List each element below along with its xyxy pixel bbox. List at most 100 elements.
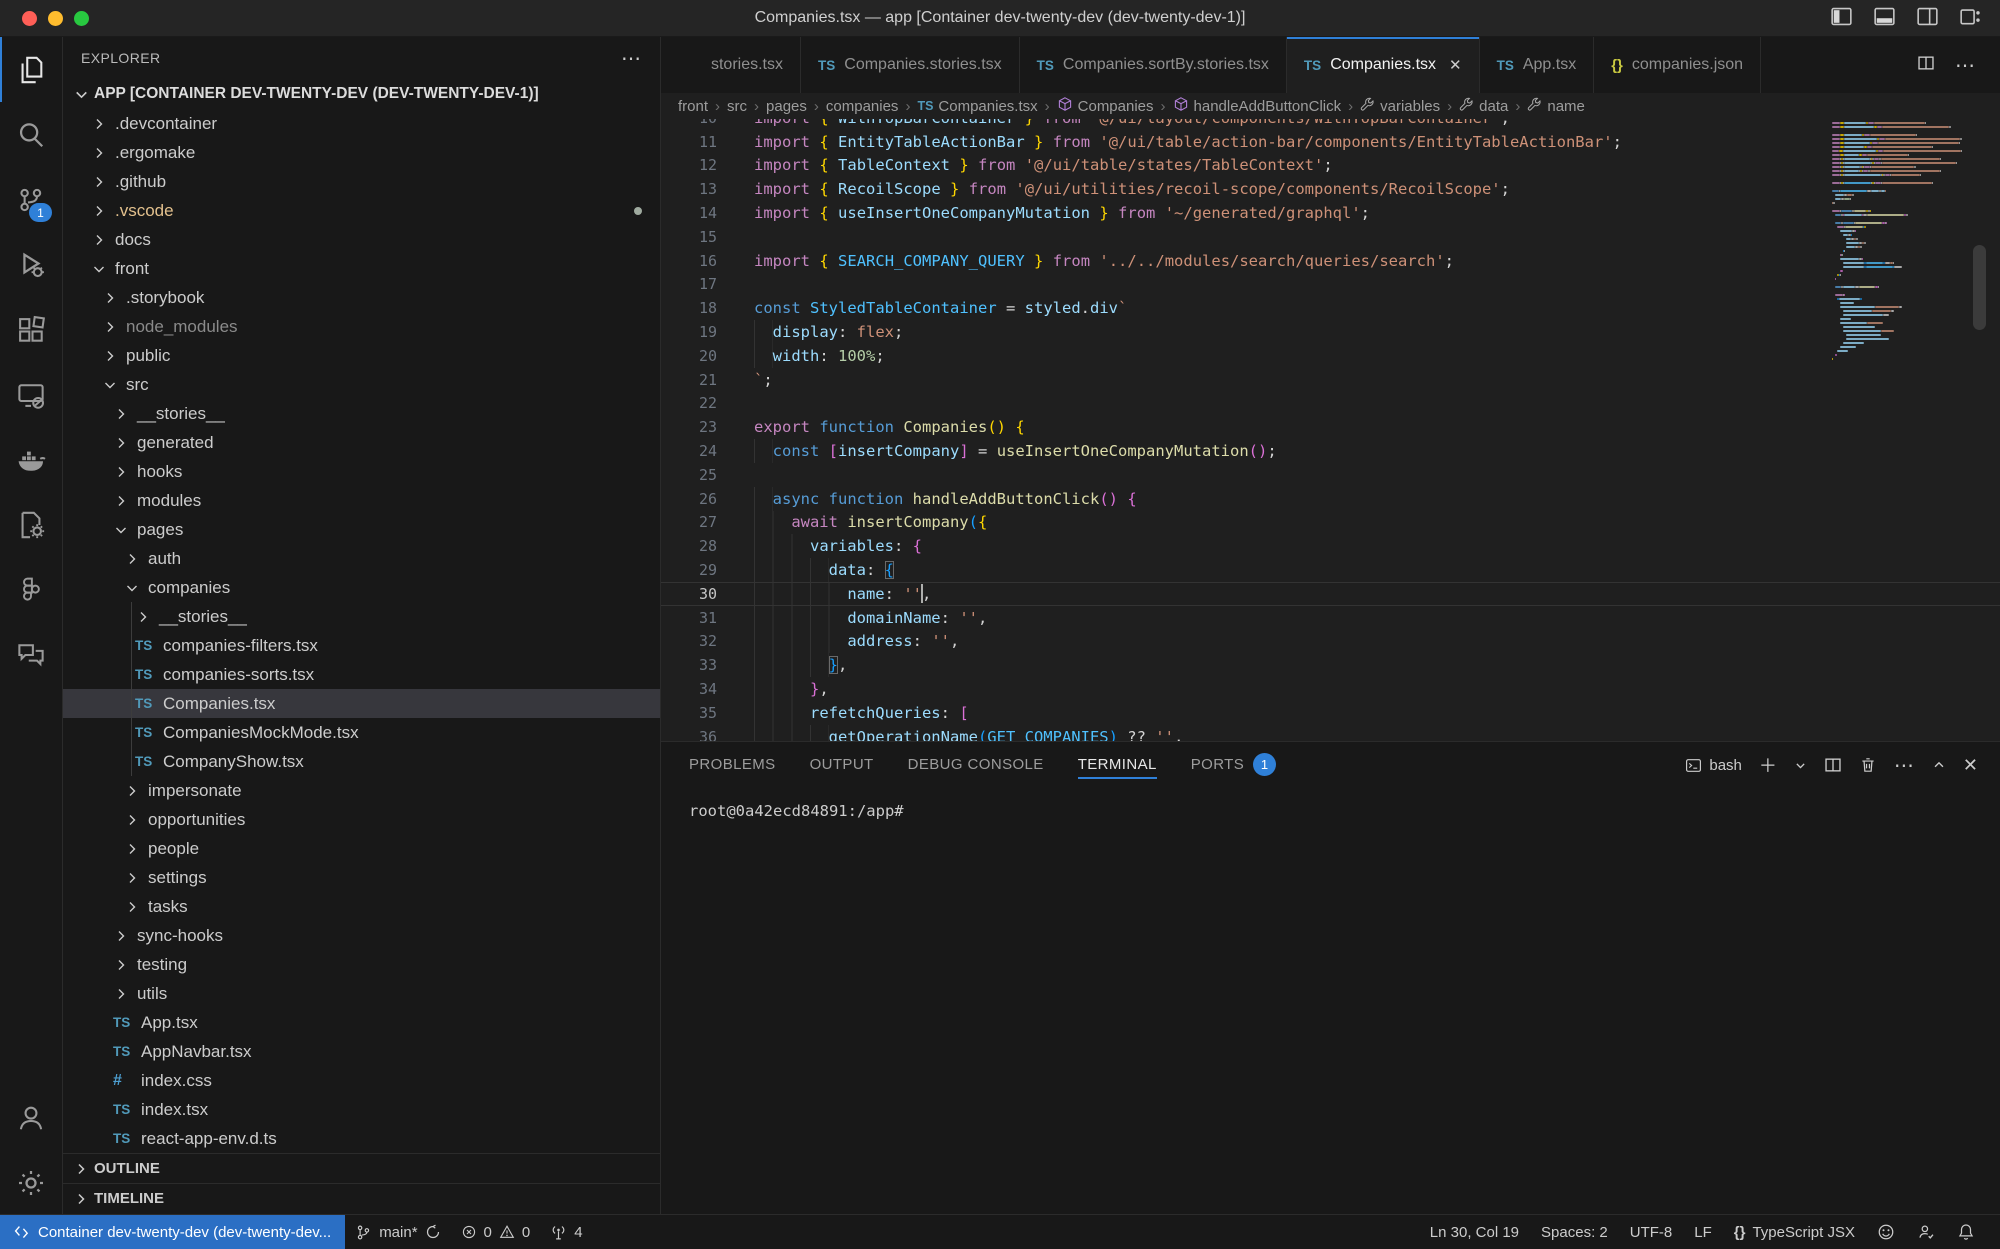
code-line-28[interactable]: 28variables: {	[661, 534, 2000, 558]
editor-more-actions-icon[interactable]: ⋯	[1955, 53, 1976, 78]
comments-icon[interactable]	[0, 622, 62, 687]
tree-folder-utils[interactable]: utils	[63, 979, 660, 1008]
source-control-icon[interactable]: 1	[0, 167, 62, 232]
breadcrumb-name[interactable]: name	[1527, 97, 1585, 116]
tab-Companies.stories.tsx[interactable]: TSCompanies.stories.tsx	[801, 37, 1020, 93]
tree-folder-testing[interactable]: testing	[63, 950, 660, 979]
panel-tab-problems[interactable]: PROBLEMS	[689, 742, 776, 786]
code-line-34[interactable]: 34},	[661, 677, 2000, 701]
maximize-panel-icon[interactable]	[1932, 758, 1946, 772]
tree-folder-.ergomake[interactable]: .ergomake	[63, 138, 660, 167]
breadcrumb-Companies.tsx[interactable]: TSCompanies.tsx	[917, 98, 1037, 115]
code-line-14[interactable]: 14import { useInsertOneCompanyMutation }…	[661, 201, 2000, 225]
code-line-25[interactable]: 25	[661, 463, 2000, 487]
code-line-24[interactable]: 24const [insertCompany] = useInsertOneCo…	[661, 439, 2000, 463]
toggle-sidebar-icon[interactable]	[1830, 5, 1853, 28]
code-line-10[interactable]: 10import { WithTopBarContainer } from '@…	[661, 119, 2000, 130]
tree-folder-node_modules[interactable]: node_modules	[63, 312, 660, 341]
tree-file-index.tsx[interactable]: TSindex.tsx	[63, 1095, 660, 1124]
code-line-30[interactable]: 30name: '',	[661, 582, 2000, 606]
tree-folder-pages[interactable]: pages	[63, 515, 660, 544]
tree-folder-impersonate[interactable]: impersonate	[63, 776, 660, 805]
tree-file-CompaniesMockMode.tsx[interactable]: TSCompaniesMockMode.tsx	[63, 718, 660, 747]
remote-indicator[interactable]: Container dev-twenty-dev (dev-twenty-dev…	[0, 1215, 345, 1249]
tree-file-react-app-env.d.ts[interactable]: TSreact-app-env.d.ts	[63, 1124, 660, 1153]
breadcrumb-pages[interactable]: pages	[766, 98, 807, 115]
code-line-33[interactable]: 33},	[661, 653, 2000, 677]
shell-selector[interactable]: bash	[1685, 757, 1742, 774]
tree-folder-public[interactable]: public	[63, 341, 660, 370]
code-line-20[interactable]: 20width: 100%;	[661, 344, 2000, 368]
notifications-bell-icon[interactable]	[1946, 1215, 1986, 1249]
docker-icon[interactable]	[0, 427, 62, 492]
git-sync-icon[interactable]	[425, 1224, 441, 1240]
code-line-18[interactable]: 18const StyledTableContainer = styled.di…	[661, 296, 2000, 320]
close-panel-icon[interactable]: ✕	[1963, 755, 1978, 776]
cursor-position-item[interactable]: Ln 30, Col 19	[1419, 1215, 1530, 1249]
tab-companies.json[interactable]: {}companies.json	[1594, 37, 1761, 93]
remote-explorer-icon[interactable]	[0, 362, 62, 427]
accounts-icon[interactable]	[0, 1085, 62, 1150]
tab-App.tsx[interactable]: TSApp.tsx	[1480, 37, 1595, 93]
outline-section[interactable]: OUTLINE	[63, 1153, 660, 1183]
code-line-32[interactable]: 32address: '',	[661, 630, 2000, 654]
code-line-21[interactable]: 21`;	[661, 368, 2000, 392]
terminal-output[interactable]: root@0a42ecd84891:/app#	[661, 786, 2000, 820]
tree-folder-hooks[interactable]: hooks	[63, 457, 660, 486]
code-line-23[interactable]: 23export function Companies() {	[661, 415, 2000, 439]
encoding-item[interactable]: UTF-8	[1619, 1215, 1684, 1249]
tree-folder-docs[interactable]: docs	[63, 225, 660, 254]
tree-folder-modules[interactable]: modules	[63, 486, 660, 515]
split-terminal-icon[interactable]	[1824, 756, 1842, 774]
tree-folder-companies[interactable]: companies	[63, 573, 660, 602]
code-line-35[interactable]: 35refetchQueries: [	[661, 701, 2000, 725]
tree-folder-generated[interactable]: generated	[63, 428, 660, 457]
tree-folder-.storybook[interactable]: .storybook	[63, 283, 660, 312]
tab-Companies.tsx[interactable]: TSCompanies.tsx✕	[1287, 37, 1480, 93]
git-branch-item[interactable]: main*	[345, 1215, 450, 1249]
tab-stories.tsx[interactable]: stories.tsx	[661, 37, 801, 93]
toggle-secondary-sidebar-icon[interactable]	[1916, 5, 1939, 28]
minimap[interactable]	[1832, 122, 1962, 362]
figma-icon[interactable]	[0, 557, 62, 622]
panel-more-actions-icon[interactable]: ⋯	[1894, 753, 1915, 778]
code-line-16[interactable]: 16import { SEARCH_COMPANY_QUERY } from '…	[661, 249, 2000, 273]
new-terminal-icon[interactable]: ＋	[1759, 752, 1777, 778]
tree-file-Companies.tsx[interactable]: TSCompanies.tsx	[63, 689, 660, 718]
breadcrumb-data[interactable]: data	[1459, 97, 1508, 116]
kill-terminal-icon[interactable]	[1859, 756, 1877, 774]
tree-folder-people[interactable]: people	[63, 834, 660, 863]
tree-file-App.tsx[interactable]: TSApp.tsx	[63, 1008, 660, 1037]
problems-item[interactable]: 0 0	[451, 1215, 541, 1249]
ports-item[interactable]: 4	[540, 1215, 592, 1249]
split-editor-icon[interactable]	[1917, 54, 1935, 77]
code-line-22[interactable]: 22	[661, 392, 2000, 416]
settings-gear-icon[interactable]	[0, 1150, 62, 1215]
panel-tab-output[interactable]: OUTPUT	[810, 742, 874, 786]
panel-tab-ports[interactable]: PORTS1	[1191, 742, 1276, 786]
code-line-13[interactable]: 13import { RecoilScope } from '@/ui/util…	[661, 177, 2000, 201]
tree-folder-front[interactable]: front	[63, 254, 660, 283]
eol-item[interactable]: LF	[1683, 1215, 1723, 1249]
tree-file-companies-sorts.tsx[interactable]: TScompanies-sorts.tsx	[63, 660, 660, 689]
explorer-icon[interactable]	[0, 37, 62, 102]
panel-tab-terminal[interactable]: TERMINAL	[1078, 742, 1157, 786]
breadcrumb-handleAddButtonClick[interactable]: handleAddButtonClick	[1173, 96, 1342, 116]
account-status-icon[interactable]	[1906, 1215, 1946, 1249]
tree-folder-src[interactable]: src	[63, 370, 660, 399]
code-line-11[interactable]: 11import { EntityTableActionBar } from '…	[661, 130, 2000, 154]
code-line-17[interactable]: 17	[661, 273, 2000, 297]
tab-Companies.sortBy.stories.tsx[interactable]: TSCompanies.sortBy.stories.tsx	[1020, 37, 1287, 93]
panel-tab-debug-console[interactable]: DEBUG CONSOLE	[908, 742, 1044, 786]
tree-folder-auth[interactable]: auth	[63, 544, 660, 573]
tree-file-companies-filters.tsx[interactable]: TScompanies-filters.tsx	[63, 631, 660, 660]
code-line-12[interactable]: 12import { TableContext } from '@/ui/tab…	[661, 154, 2000, 178]
code-editor[interactable]: 10import { WithTopBarContainer } from '@…	[661, 119, 2000, 741]
code-line-15[interactable]: 15	[661, 225, 2000, 249]
tree-file-CompanyShow.tsx[interactable]: TSCompanyShow.tsx	[63, 747, 660, 776]
workspace-section-header[interactable]: APP [CONTAINER DEV-TWENTY-DEV (DEV-TWENT…	[63, 79, 660, 109]
tree-folder-__stories__[interactable]: __stories__	[63, 602, 660, 631]
tree-folder-.vscode[interactable]: .vscode	[63, 196, 660, 225]
code-line-36[interactable]: 36getOperationName(GET_COMPANIES) ?? '',	[661, 725, 2000, 741]
breadcrumb-variables[interactable]: variables	[1360, 97, 1440, 116]
